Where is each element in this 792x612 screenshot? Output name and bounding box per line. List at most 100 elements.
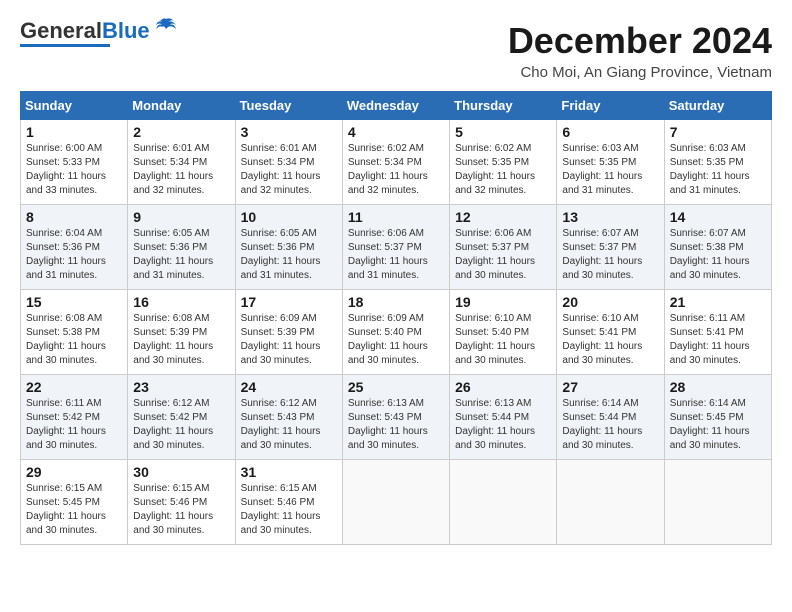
calendar-cell: 1 Sunrise: 6:00 AM Sunset: 5:33 PM Dayli… [21, 120, 128, 205]
day-number: 8 [26, 209, 122, 225]
day-info: Sunrise: 6:11 AM Sunset: 5:42 PM Dayligh… [26, 397, 122, 453]
column-header-thursday: Thursday [450, 92, 557, 120]
calendar-cell: 13 Sunrise: 6:07 AM Sunset: 5:37 PM Dayl… [557, 205, 664, 290]
page-header: GeneralBlue December 2024 Cho Moi, An Gi… [20, 20, 772, 81]
day-number: 13 [562, 209, 658, 225]
calendar-cell: 19 Sunrise: 6:10 AM Sunset: 5:40 PM Dayl… [450, 290, 557, 375]
day-info: Sunrise: 6:01 AM Sunset: 5:34 PM Dayligh… [241, 142, 337, 198]
month-title: December 2024 [508, 20, 772, 62]
day-info: Sunrise: 6:04 AM Sunset: 5:36 PM Dayligh… [26, 227, 122, 283]
day-info: Sunrise: 6:12 AM Sunset: 5:42 PM Dayligh… [133, 397, 229, 453]
day-number: 9 [133, 209, 229, 225]
day-number: 19 [455, 294, 551, 310]
day-number: 22 [26, 379, 122, 395]
calendar-cell: 11 Sunrise: 6:06 AM Sunset: 5:37 PM Dayl… [342, 205, 449, 290]
calendar-cell: 31 Sunrise: 6:15 AM Sunset: 5:46 PM Dayl… [235, 460, 342, 545]
day-number: 21 [670, 294, 766, 310]
calendar-cell: 27 Sunrise: 6:14 AM Sunset: 5:44 PM Dayl… [557, 375, 664, 460]
day-info: Sunrise: 6:15 AM Sunset: 5:45 PM Dayligh… [26, 482, 122, 538]
day-number: 25 [348, 379, 444, 395]
day-number: 17 [241, 294, 337, 310]
calendar-cell: 12 Sunrise: 6:06 AM Sunset: 5:37 PM Dayl… [450, 205, 557, 290]
calendar-cell: 28 Sunrise: 6:14 AM Sunset: 5:45 PM Dayl… [664, 375, 771, 460]
calendar-cell: 18 Sunrise: 6:09 AM Sunset: 5:40 PM Dayl… [342, 290, 449, 375]
day-info: Sunrise: 6:05 AM Sunset: 5:36 PM Dayligh… [241, 227, 337, 283]
calendar-cell: 26 Sunrise: 6:13 AM Sunset: 5:44 PM Dayl… [450, 375, 557, 460]
day-info: Sunrise: 6:15 AM Sunset: 5:46 PM Dayligh… [241, 482, 337, 538]
day-number: 27 [562, 379, 658, 395]
day-info: Sunrise: 6:07 AM Sunset: 5:37 PM Dayligh… [562, 227, 658, 283]
calendar-cell: 5 Sunrise: 6:02 AM Sunset: 5:35 PM Dayli… [450, 120, 557, 205]
calendar-cell: 25 Sunrise: 6:13 AM Sunset: 5:43 PM Dayl… [342, 375, 449, 460]
column-header-wednesday: Wednesday [342, 92, 449, 120]
day-number: 7 [670, 124, 766, 140]
calendar-cell: 23 Sunrise: 6:12 AM Sunset: 5:42 PM Dayl… [128, 375, 235, 460]
calendar-cell [450, 460, 557, 545]
column-header-saturday: Saturday [664, 92, 771, 120]
column-header-sunday: Sunday [21, 92, 128, 120]
calendar-week-row: 1 Sunrise: 6:00 AM Sunset: 5:33 PM Dayli… [21, 120, 772, 205]
calendar-cell: 16 Sunrise: 6:08 AM Sunset: 5:39 PM Dayl… [128, 290, 235, 375]
day-info: Sunrise: 6:10 AM Sunset: 5:40 PM Dayligh… [455, 312, 551, 368]
column-header-friday: Friday [557, 92, 664, 120]
day-number: 28 [670, 379, 766, 395]
calendar-cell: 20 Sunrise: 6:10 AM Sunset: 5:41 PM Dayl… [557, 290, 664, 375]
day-number: 2 [133, 124, 229, 140]
day-number: 31 [241, 464, 337, 480]
day-info: Sunrise: 6:02 AM Sunset: 5:34 PM Dayligh… [348, 142, 444, 198]
calendar-cell: 15 Sunrise: 6:08 AM Sunset: 5:38 PM Dayl… [21, 290, 128, 375]
calendar-cell: 29 Sunrise: 6:15 AM Sunset: 5:45 PM Dayl… [21, 460, 128, 545]
title-block: December 2024 Cho Moi, An Giang Province… [508, 20, 772, 81]
day-number: 10 [241, 209, 337, 225]
calendar-cell: 17 Sunrise: 6:09 AM Sunset: 5:39 PM Dayl… [235, 290, 342, 375]
calendar-cell: 24 Sunrise: 6:12 AM Sunset: 5:43 PM Dayl… [235, 375, 342, 460]
day-number: 14 [670, 209, 766, 225]
day-info: Sunrise: 6:01 AM Sunset: 5:34 PM Dayligh… [133, 142, 229, 198]
day-info: Sunrise: 6:06 AM Sunset: 5:37 PM Dayligh… [455, 227, 551, 283]
day-number: 23 [133, 379, 229, 395]
day-info: Sunrise: 6:12 AM Sunset: 5:43 PM Dayligh… [241, 397, 337, 453]
calendar-cell: 2 Sunrise: 6:01 AM Sunset: 5:34 PM Dayli… [128, 120, 235, 205]
calendar-cell: 9 Sunrise: 6:05 AM Sunset: 5:36 PM Dayli… [128, 205, 235, 290]
day-number: 20 [562, 294, 658, 310]
day-number: 30 [133, 464, 229, 480]
day-number: 5 [455, 124, 551, 140]
location-subtitle: Cho Moi, An Giang Province, Vietnam [508, 64, 772, 81]
calendar-cell: 30 Sunrise: 6:15 AM Sunset: 5:46 PM Dayl… [128, 460, 235, 545]
column-header-tuesday: Tuesday [235, 92, 342, 120]
calendar-week-row: 15 Sunrise: 6:08 AM Sunset: 5:38 PM Dayl… [21, 290, 772, 375]
day-info: Sunrise: 6:08 AM Sunset: 5:39 PM Dayligh… [133, 312, 229, 368]
logo-underline [20, 44, 110, 47]
day-number: 1 [26, 124, 122, 140]
day-info: Sunrise: 6:14 AM Sunset: 5:44 PM Dayligh… [562, 397, 658, 453]
day-info: Sunrise: 6:06 AM Sunset: 5:37 PM Dayligh… [348, 227, 444, 283]
day-number: 18 [348, 294, 444, 310]
day-number: 29 [26, 464, 122, 480]
day-info: Sunrise: 6:10 AM Sunset: 5:41 PM Dayligh… [562, 312, 658, 368]
logo: GeneralBlue [20, 20, 180, 47]
day-info: Sunrise: 6:02 AM Sunset: 5:35 PM Dayligh… [455, 142, 551, 198]
column-header-monday: Monday [128, 92, 235, 120]
day-info: Sunrise: 6:15 AM Sunset: 5:46 PM Dayligh… [133, 482, 229, 538]
calendar-cell: 8 Sunrise: 6:04 AM Sunset: 5:36 PM Dayli… [21, 205, 128, 290]
calendar-cell: 14 Sunrise: 6:07 AM Sunset: 5:38 PM Dayl… [664, 205, 771, 290]
day-number: 26 [455, 379, 551, 395]
calendar-week-row: 22 Sunrise: 6:11 AM Sunset: 5:42 PM Dayl… [21, 375, 772, 460]
calendar-cell: 22 Sunrise: 6:11 AM Sunset: 5:42 PM Dayl… [21, 375, 128, 460]
day-info: Sunrise: 6:08 AM Sunset: 5:38 PM Dayligh… [26, 312, 122, 368]
day-info: Sunrise: 6:11 AM Sunset: 5:41 PM Dayligh… [670, 312, 766, 368]
day-info: Sunrise: 6:13 AM Sunset: 5:44 PM Dayligh… [455, 397, 551, 453]
calendar-cell: 10 Sunrise: 6:05 AM Sunset: 5:36 PM Dayl… [235, 205, 342, 290]
calendar-cell: 6 Sunrise: 6:03 AM Sunset: 5:35 PM Dayli… [557, 120, 664, 205]
logo-text: GeneralBlue [20, 20, 150, 42]
day-info: Sunrise: 6:07 AM Sunset: 5:38 PM Dayligh… [670, 227, 766, 283]
calendar-table: SundayMondayTuesdayWednesdayThursdayFrid… [20, 91, 772, 545]
day-info: Sunrise: 6:03 AM Sunset: 5:35 PM Dayligh… [670, 142, 766, 198]
day-info: Sunrise: 6:03 AM Sunset: 5:35 PM Dayligh… [562, 142, 658, 198]
calendar-header-row: SundayMondayTuesdayWednesdayThursdayFrid… [21, 92, 772, 120]
calendar-cell: 3 Sunrise: 6:01 AM Sunset: 5:34 PM Dayli… [235, 120, 342, 205]
day-info: Sunrise: 6:05 AM Sunset: 5:36 PM Dayligh… [133, 227, 229, 283]
day-number: 15 [26, 294, 122, 310]
calendar-cell [664, 460, 771, 545]
day-number: 6 [562, 124, 658, 140]
